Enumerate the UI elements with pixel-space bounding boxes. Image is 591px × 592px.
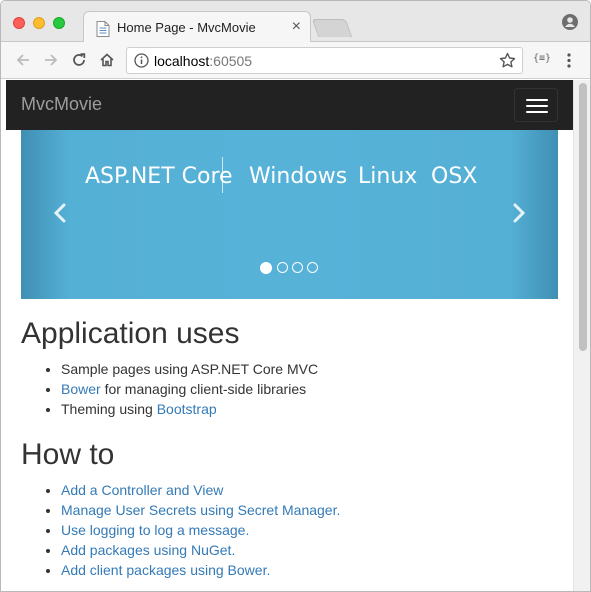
application-uses-heading: Application uses	[21, 317, 240, 350]
list-item: Add client packages using Bower.	[61, 560, 558, 580]
new-tab-button[interactable]	[311, 19, 353, 37]
address-bar[interactable]: localhost:60505	[126, 47, 523, 74]
slide-divider	[222, 157, 223, 193]
list-item: Use logging to log a message.	[61, 520, 558, 540]
info-icon[interactable]	[134, 53, 149, 68]
browser-toolbar: localhost:60505 {≡}	[1, 42, 590, 79]
how-to-link[interactable]: Add client packages using Bower.	[61, 562, 270, 578]
list-item-text: for managing client-side libraries	[100, 381, 307, 397]
slide-text-aspnet: ASP.NET Core	[85, 164, 233, 189]
how-to-link[interactable]: Add a Controller and View	[61, 482, 223, 498]
tab-strip: Home Page - MvcMovie ×	[1, 1, 590, 43]
hamburger-bar	[526, 111, 548, 113]
carousel-indicator[interactable]	[277, 262, 288, 273]
brand-link[interactable]: MvcMovie	[21, 94, 102, 115]
app-navbar: MvcMovie	[6, 80, 573, 130]
url-text[interactable]: localhost:60505	[154, 53, 252, 69]
list-item: Sample pages using ASP.NET Core MVC	[61, 359, 558, 379]
url-host: localhost	[154, 53, 210, 69]
how-to-link[interactable]: Manage User Secrets using Secret Manager…	[61, 502, 340, 518]
list-item: Add packages using NuGet.	[61, 540, 558, 560]
how-to-link[interactable]: Use logging to log a message.	[61, 522, 249, 538]
slide-text-osx: OSX	[431, 164, 478, 189]
slide-text-linux: Linux	[358, 164, 418, 189]
scrollbar-thumb[interactable]	[579, 83, 587, 351]
list-item: Manage User Secrets using Secret Manager…	[61, 500, 558, 520]
carousel-indicator[interactable]	[260, 261, 272, 274]
bower-link[interactable]: Bower	[61, 381, 101, 397]
forward-arrow-icon[interactable]	[42, 51, 60, 69]
main-content: Application uses Sample pages using ASP.…	[21, 316, 558, 580]
close-window-button[interactable]	[13, 17, 25, 29]
list-item-text: Theming using	[61, 401, 157, 417]
profile-icon[interactable]	[562, 14, 578, 30]
carousel-next-icon[interactable]	[510, 202, 528, 224]
tab-home-page[interactable]: Home Page - MvcMovie ×	[83, 11, 311, 43]
carousel-indicator[interactable]	[307, 262, 318, 273]
page-viewport: MvcMovie ASP.NET Core Windows Linux OSX	[6, 80, 573, 591]
tab-title: Home Page - MvcMovie	[117, 20, 256, 35]
page-scrollbar[interactable]	[573, 80, 590, 591]
page-icon	[96, 21, 110, 37]
home-icon[interactable]	[98, 51, 116, 69]
url-port: :60505	[209, 53, 253, 69]
bookmark-star-icon[interactable]	[499, 52, 516, 69]
how-to-heading: How to	[21, 438, 115, 471]
maximize-window-button[interactable]	[53, 17, 65, 29]
reload-icon[interactable]	[70, 51, 88, 69]
navbar-toggle-button[interactable]	[514, 88, 558, 122]
browser-window: Home Page - MvcMovie × localhost:60505 {…	[0, 0, 591, 592]
bootstrap-link[interactable]: Bootstrap	[157, 401, 217, 417]
extension-icon[interactable]: {≡}	[533, 53, 551, 64]
how-to-link[interactable]: Add packages using NuGet.	[61, 542, 235, 558]
how-to-list: Add a Controller and View Manage User Se…	[61, 480, 558, 580]
slide-text-windows: Windows	[249, 164, 348, 189]
minimize-window-button[interactable]	[33, 17, 45, 29]
carousel: ASP.NET Core Windows Linux OSX	[21, 130, 558, 299]
carousel-indicator[interactable]	[292, 262, 303, 273]
carousel-prev-icon[interactable]	[51, 202, 69, 224]
tab-close-icon[interactable]: ×	[292, 18, 301, 36]
list-item: Bower for managing client-side libraries	[61, 379, 558, 399]
list-item: Theming using Bootstrap	[61, 399, 558, 419]
hamburger-bar	[526, 99, 548, 101]
hamburger-bar	[526, 105, 548, 107]
back-arrow-icon[interactable]	[14, 51, 32, 69]
browser-menu-icon[interactable]	[566, 52, 572, 69]
list-item: Add a Controller and View	[61, 480, 558, 500]
list-item-text: Sample pages using ASP.NET Core MVC	[61, 361, 319, 377]
application-uses-list: Sample pages using ASP.NET Core MVC Bowe…	[61, 359, 558, 419]
